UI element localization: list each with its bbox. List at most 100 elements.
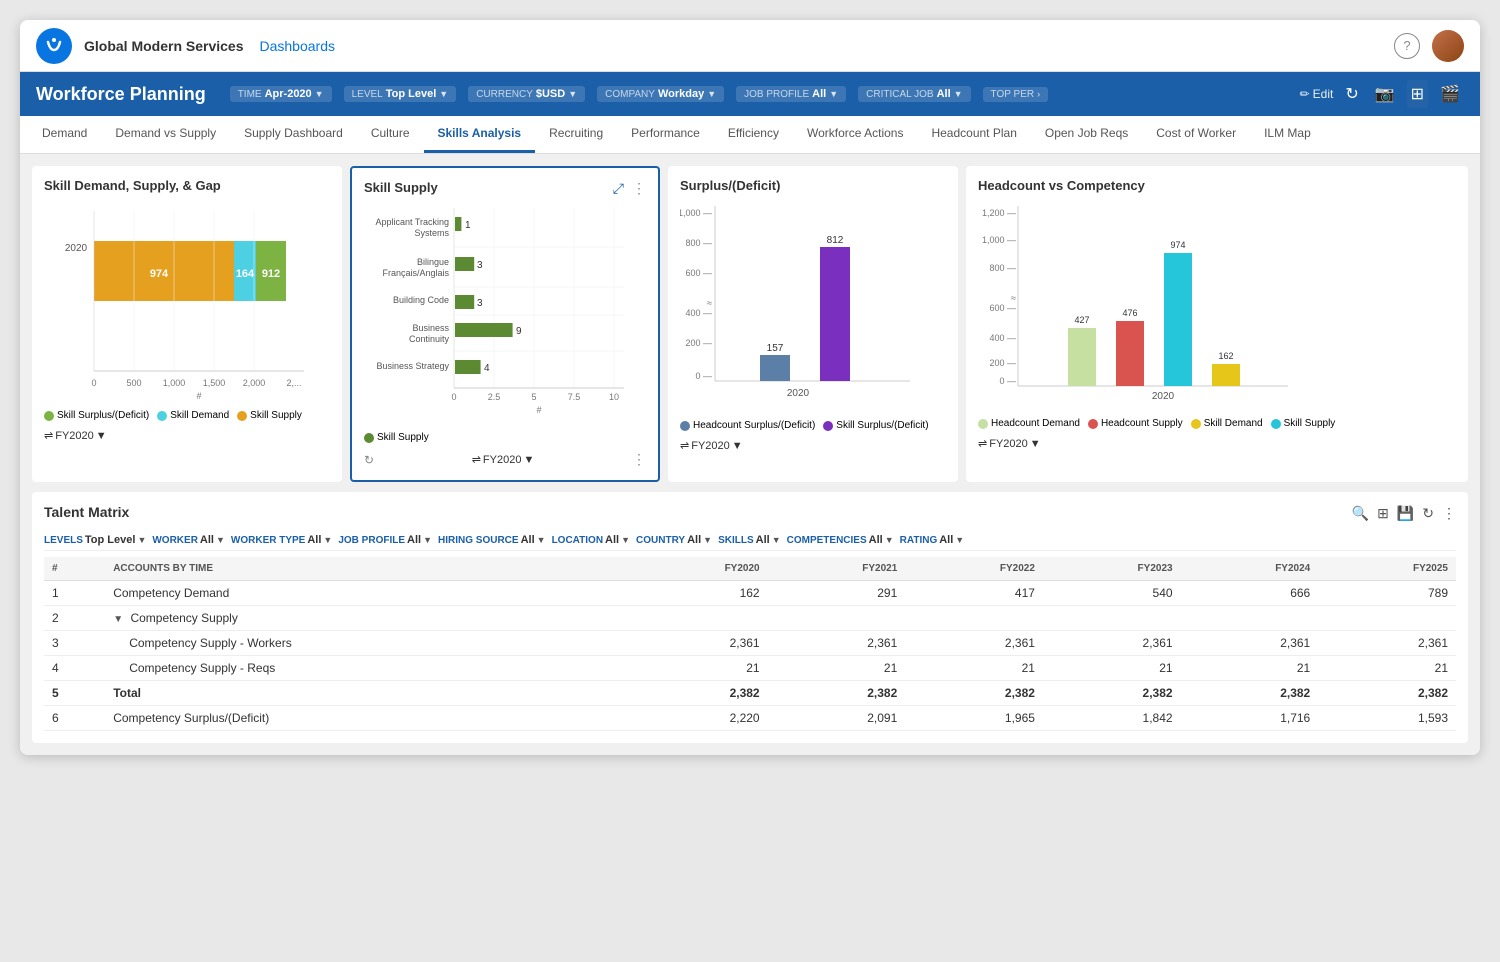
svg-text:≈: ≈ <box>707 298 712 308</box>
chart2-legend: Skill Supply <box>364 432 646 443</box>
worker-type-filter[interactable]: WORKER TYPE All ▼ <box>231 534 332 546</box>
search-icon[interactable]: 🔍 <box>1352 505 1369 522</box>
header-bar: Workforce Planning TIME Apr-2020 ▼ LEVEL… <box>20 72 1480 116</box>
talent-matrix-section: Talent Matrix 🔍 ⊞ 💾 ↻ ⋮ LEVELS Top Level… <box>32 492 1468 743</box>
expand-icon[interactable]: ⤢ <box>613 180 624 197</box>
rating-filter[interactable]: RATING All ▼ <box>900 534 965 546</box>
tab-headcount-plan[interactable]: Headcount Plan <box>917 116 1030 153</box>
job-profile-table-filter[interactable]: JOB PROFILE All ▼ <box>338 534 432 546</box>
refresh-table-icon[interactable]: ↻ <box>1422 505 1434 522</box>
chart4-svg: 1,200 — 1,000 — 800 — ≈ 600 — 400 — 200 … <box>978 201 1308 411</box>
tab-recruiting[interactable]: Recruiting <box>535 116 617 153</box>
col-fy2024: FY2024 <box>1181 557 1319 581</box>
chart4-fy-button[interactable]: ⇌ FY2020 ▼ <box>978 437 1041 450</box>
row1-label: Competency Demand <box>105 581 630 606</box>
chart2-fy-button[interactable]: ⇌ FY2020 ▼ <box>472 453 535 466</box>
row1-fy2020: 162 <box>630 581 768 606</box>
job-profile-filter[interactable]: JOB PROFILE All ▼ <box>736 86 846 102</box>
svg-text:Continuity: Continuity <box>409 334 450 344</box>
hiring-source-filter[interactable]: HIRING SOURCE All ▼ <box>438 534 546 546</box>
svg-text:2,000: 2,000 <box>243 378 266 388</box>
chart3-fy-button[interactable]: ⇌ FY2020 ▼ <box>680 439 743 452</box>
chart1-svg: 2020 0 500 1,000 1,500 2,000 2,... # <box>44 201 314 401</box>
tab-open-job-reqs[interactable]: Open Job Reqs <box>1031 116 1142 153</box>
expand-row2[interactable]: ▼ <box>113 614 123 625</box>
talent-matrix-title: Talent Matrix <box>44 504 129 520</box>
chart3-legend: Headcount Surplus/(Deficit) Skill Surplu… <box>680 420 946 431</box>
nav-dashboards[interactable]: Dashboards <box>260 38 336 54</box>
row1-fy2022: 417 <box>905 581 1043 606</box>
legend-headcount-surplus: Headcount Surplus/(Deficit) <box>680 420 815 431</box>
camera-button[interactable]: 📷 <box>1371 80 1399 108</box>
svg-text:#: # <box>196 391 201 401</box>
skill-supply-card: Skill Supply ⤢ ⋮ 0 <box>350 166 660 482</box>
help-icon[interactable]: ? <box>1394 33 1420 59</box>
tab-ilm-map[interactable]: ILM Map <box>1250 116 1325 153</box>
tab-demand-vs-supply[interactable]: Demand vs Supply <box>101 116 230 153</box>
save-icon[interactable]: 💾 <box>1397 505 1414 522</box>
grid-view-button[interactable]: ⊞ <box>1407 80 1428 108</box>
row1-num: 1 <box>44 581 105 606</box>
country-filter[interactable]: COUNTRY All ▼ <box>636 534 712 546</box>
tab-supply-dashboard[interactable]: Supply Dashboard <box>230 116 357 153</box>
chart1-title: Skill Demand, Supply, & Gap <box>44 178 330 193</box>
filter-icon[interactable]: ⊞ <box>1377 505 1389 522</box>
refresh-button[interactable]: ↻ <box>1341 80 1362 108</box>
chart2-footer-menu[interactable]: ⋮ <box>632 451 646 468</box>
chart2-refresh-icon[interactable]: ↻ <box>364 453 374 467</box>
competencies-filter[interactable]: COMPETENCIES All ▼ <box>787 534 894 546</box>
tab-workforce-actions[interactable]: Workforce Actions <box>793 116 917 153</box>
chart1-footer: ⇌ FY2020 ▼ <box>44 429 330 442</box>
svg-text:200 —: 200 — <box>685 338 712 348</box>
svg-text:974: 974 <box>1170 240 1185 250</box>
row5-label: Total <box>105 681 630 706</box>
svg-text:7.5: 7.5 <box>568 392 581 402</box>
col-num: # <box>44 557 105 581</box>
levels-filter[interactable]: LEVELS Top Level ▼ <box>44 534 146 546</box>
worker-filter[interactable]: WORKER All ▼ <box>152 534 225 546</box>
tab-efficiency[interactable]: Efficiency <box>714 116 793 153</box>
chart3-footer: ⇌ FY2020 ▼ <box>680 439 946 452</box>
tab-demand[interactable]: Demand <box>28 116 101 153</box>
svg-text:2.5: 2.5 <box>488 392 501 402</box>
header-actions: ✏ Edit ↻ 📷 ⊞ 🎬 <box>1300 80 1464 108</box>
tab-culture[interactable]: Culture <box>357 116 424 153</box>
table-menu-icon[interactable]: ⋮ <box>1442 505 1456 522</box>
critical-job-filter[interactable]: CRITICAL JOB All ▼ <box>858 86 970 102</box>
top-per-filter[interactable]: TOP PER › <box>983 87 1049 102</box>
tab-cost-of-worker[interactable]: Cost of Worker <box>1142 116 1250 153</box>
svg-text:0: 0 <box>91 378 96 388</box>
charts-row: Skill Demand, Supply, & Gap 2020 0 500 1… <box>32 166 1468 482</box>
tab-skills-analysis[interactable]: Skills Analysis <box>424 116 536 153</box>
chart1-fy-button[interactable]: ⇌ FY2020 ▼ <box>44 429 107 442</box>
video-button[interactable]: 🎬 <box>1436 80 1464 108</box>
table-header-row: # ACCOUNTS BY TIME FY2020 FY2021 FY2022 … <box>44 557 1456 581</box>
level-filter[interactable]: LEVEL Top Level ▼ <box>344 86 457 102</box>
table-filters: LEVELS Top Level ▼ WORKER All ▼ WORKER T… <box>44 530 1456 551</box>
company-filter[interactable]: COMPANY Workday ▼ <box>597 86 724 102</box>
location-filter[interactable]: LOCATION All ▼ <box>552 534 630 546</box>
currency-filter[interactable]: CURRENCY $USD ▼ <box>468 86 585 102</box>
legend-hc-supply: Headcount Supply <box>1088 418 1183 429</box>
svg-text:9: 9 <box>516 326 522 337</box>
row2-num: 2 <box>44 606 105 631</box>
table-row: 6 Competency Surplus/(Deficit) 2,220 2,0… <box>44 706 1456 731</box>
avatar[interactable] <box>1432 30 1464 62</box>
row1-fy2023: 540 <box>1043 581 1181 606</box>
row1-fy2025: 789 <box>1318 581 1456 606</box>
chart2-menu-icon[interactable]: ⋮ <box>632 180 646 197</box>
skill-demand-supply-gap-card: Skill Demand, Supply, & Gap 2020 0 500 1… <box>32 166 342 482</box>
tab-performance[interactable]: Performance <box>617 116 714 153</box>
svg-text:2,...: 2,... <box>286 378 301 388</box>
col-fy2025: FY2025 <box>1318 557 1456 581</box>
svg-text:4: 4 <box>484 363 490 374</box>
table-row: 3 Competency Supply - Workers 2,361 2,36… <box>44 631 1456 656</box>
time-filter[interactable]: TIME Apr-2020 ▼ <box>230 86 332 102</box>
row6-num: 6 <box>44 706 105 731</box>
svg-text:10: 10 <box>609 392 619 402</box>
svg-text:3: 3 <box>477 298 483 309</box>
skills-filter[interactable]: SKILLS All ▼ <box>718 534 781 546</box>
svg-text:0: 0 <box>451 392 456 402</box>
edit-button[interactable]: ✏ Edit <box>1300 87 1334 101</box>
legend-skill-surplus-purple: Skill Surplus/(Deficit) <box>823 420 928 431</box>
